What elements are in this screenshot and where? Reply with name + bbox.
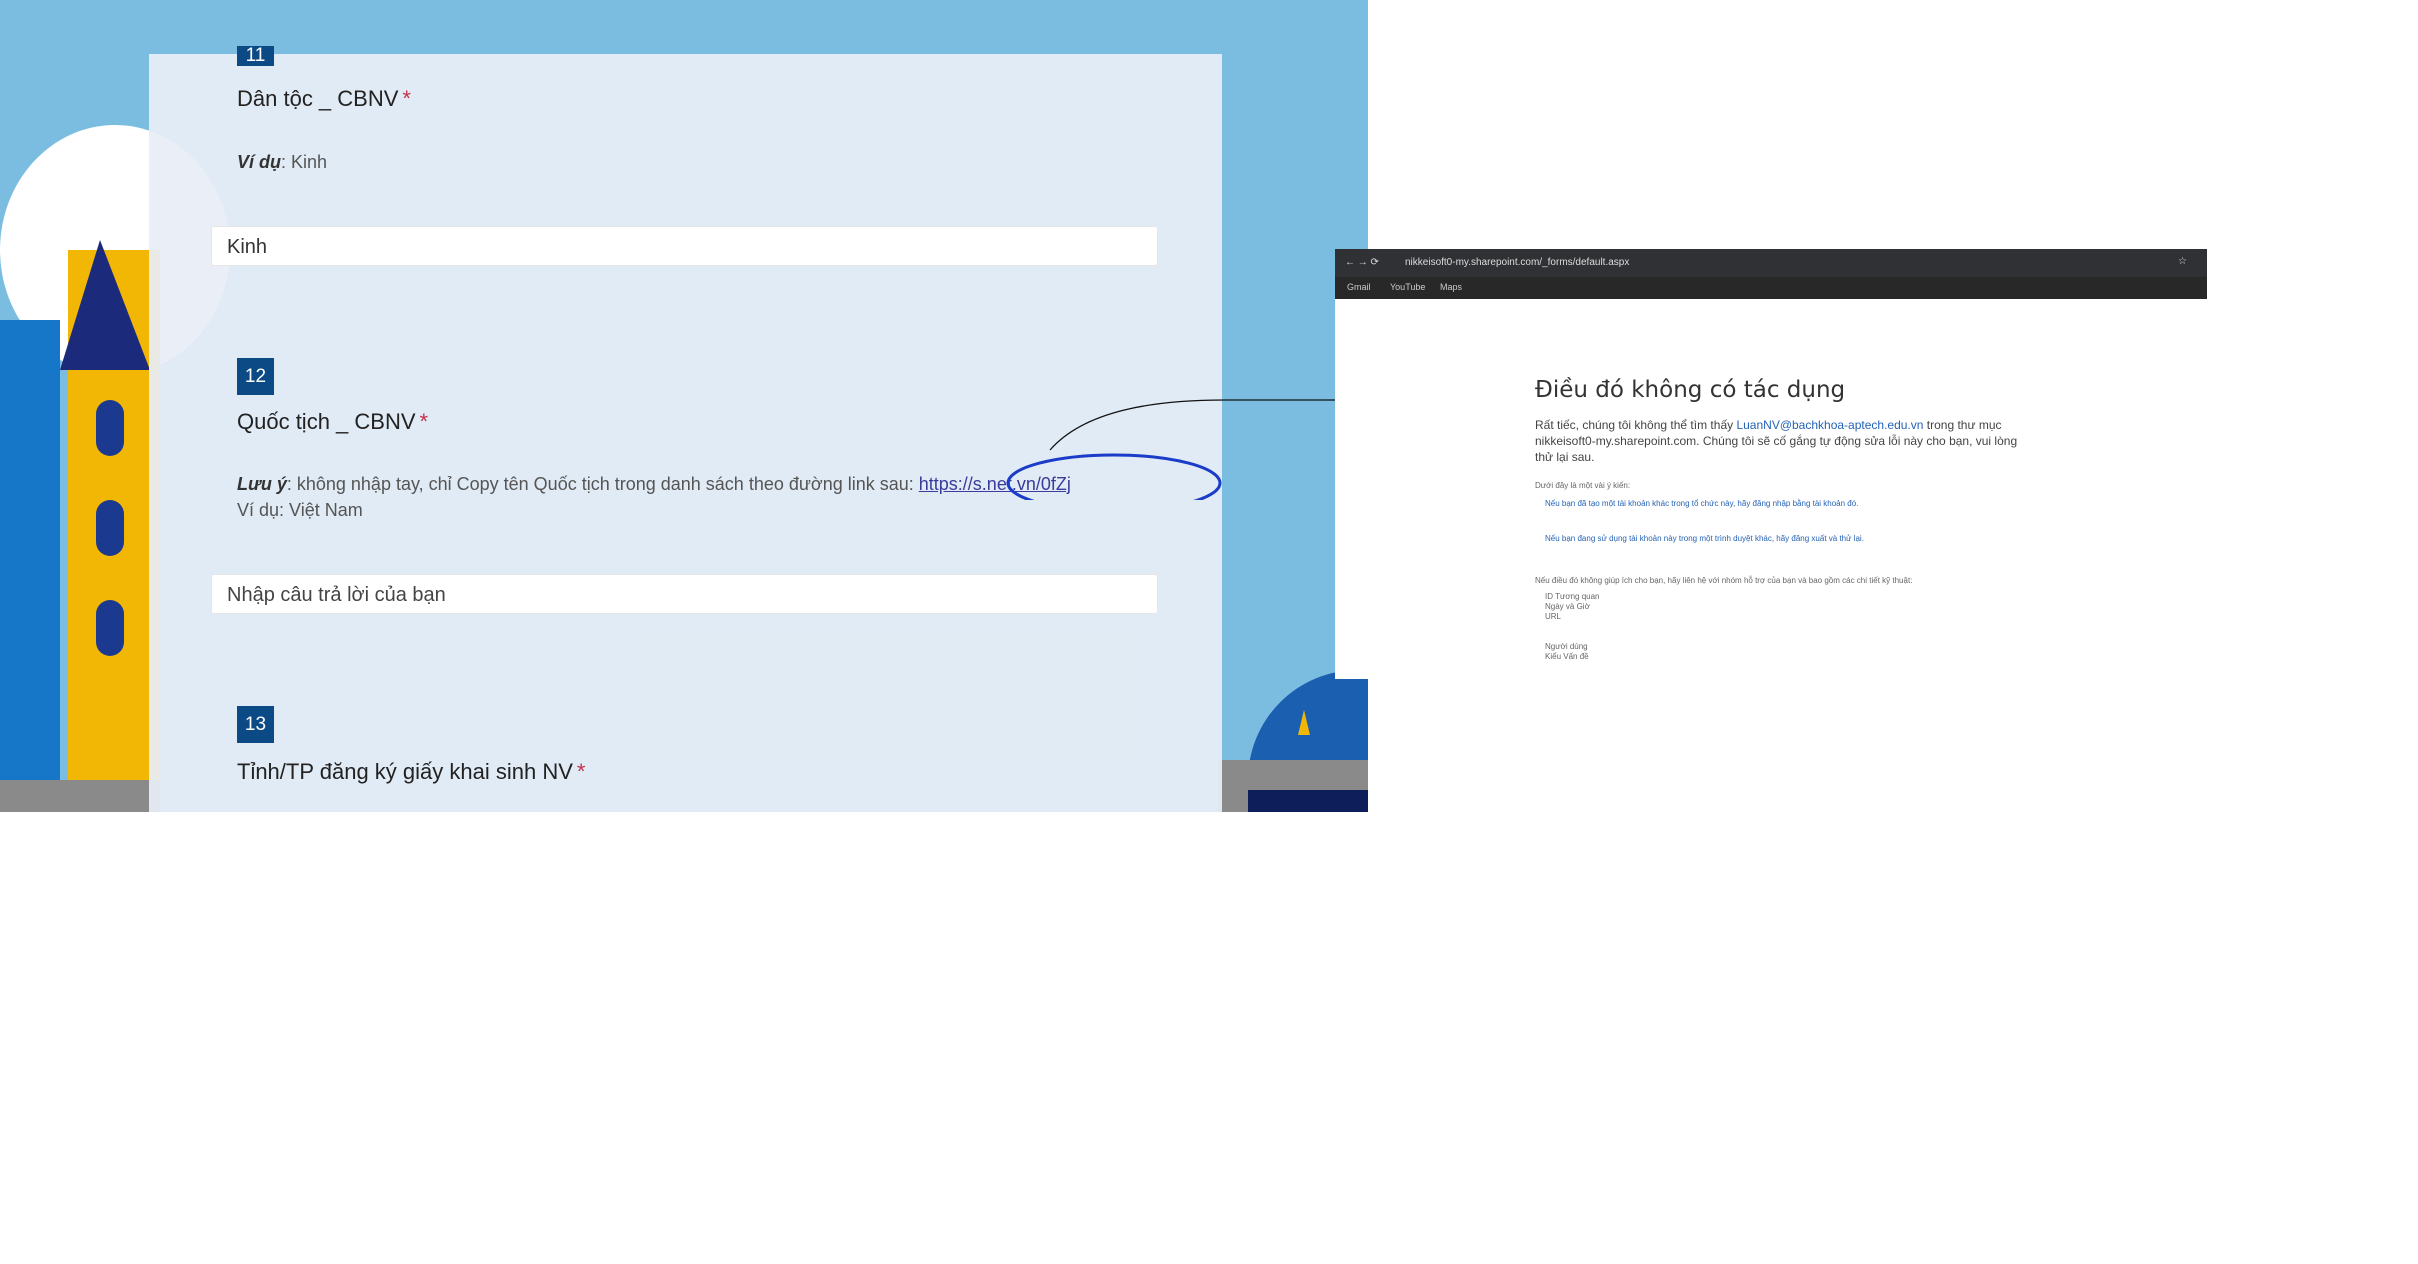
nav-icons[interactable]: ← → ⟳ (1345, 257, 1379, 268)
link-highlight-circle (1006, 453, 1222, 500)
contact-text: Nếu điều đó không giúp ích cho bạn, hãy … (1535, 576, 1913, 585)
error-screenshot: ← → ⟳ nikkeisoft0-my.sharepoint.com/_for… (1335, 249, 2207, 679)
question-number: 11 (237, 45, 274, 66)
url-text: nikkeisoft0-my.sharepoint.com/_forms/def… (1405, 257, 1630, 268)
building-illustration (0, 240, 160, 812)
star-icon[interactable]: ☆ (2178, 256, 2187, 267)
question-number: 13 (237, 706, 274, 743)
question-hint: Ví dụ: Kinh (237, 152, 328, 172)
option-item[interactable]: Nếu bạn đã tạo một tài khoản khác trong … (1545, 499, 2045, 509)
detail-label: Người dùng (1545, 642, 1588, 651)
question-title: Tỉnh/TP đăng ký giấy khai sinh NV * (237, 759, 586, 784)
bookmarks-bar: Gmail YouTube Maps (1335, 277, 2207, 299)
option-item[interactable]: Nếu bạn đang sử dụng tài khoản này trong… (1545, 534, 2045, 544)
bookmark-gmail[interactable]: Gmail (1347, 282, 1371, 292)
question-title: Quốc tịch _ CBNV * (237, 409, 429, 434)
question-example: Ví dụ: Việt Nam (237, 500, 363, 520)
detail-label: ID Tương quan (1545, 592, 1600, 601)
address-bar[interactable]: ← → ⟳ nikkeisoft0-my.sharepoint.com/_for… (1335, 249, 2207, 277)
answer-input[interactable]: Kinh (211, 226, 1158, 266)
answer-input[interactable]: Nhập câu trả lời của bạn (211, 574, 1158, 614)
options-heading: Dưới đây là một vài ý kiến: (1535, 481, 1631, 490)
error-message: Rất tiếc, chúng tôi không thể tìm thấy L… (1535, 418, 2018, 464)
question-title: Dân tộc _ CBNV * (237, 86, 411, 111)
browser-toolbar: ← → ⟳ nikkeisoft0-my.sharepoint.com/_for… (1335, 249, 2207, 299)
bookmark-maps[interactable]: Maps (1440, 282, 1462, 292)
question-number: 12 (237, 358, 274, 395)
error-title: Điều đó không có tác dụng (1535, 377, 1846, 403)
building-illustration-right (1218, 670, 1368, 812)
bookmark-youtube[interactable]: YouTube (1390, 282, 1425, 292)
detail-label: URL (1545, 612, 1562, 621)
detail-label: Kiểu Vấn đề (1545, 652, 1589, 661)
detail-label: Ngày và Giờ (1545, 602, 1590, 611)
user-email: LuanNV@bachkhoa-aptech.edu.vn (1736, 418, 1924, 432)
